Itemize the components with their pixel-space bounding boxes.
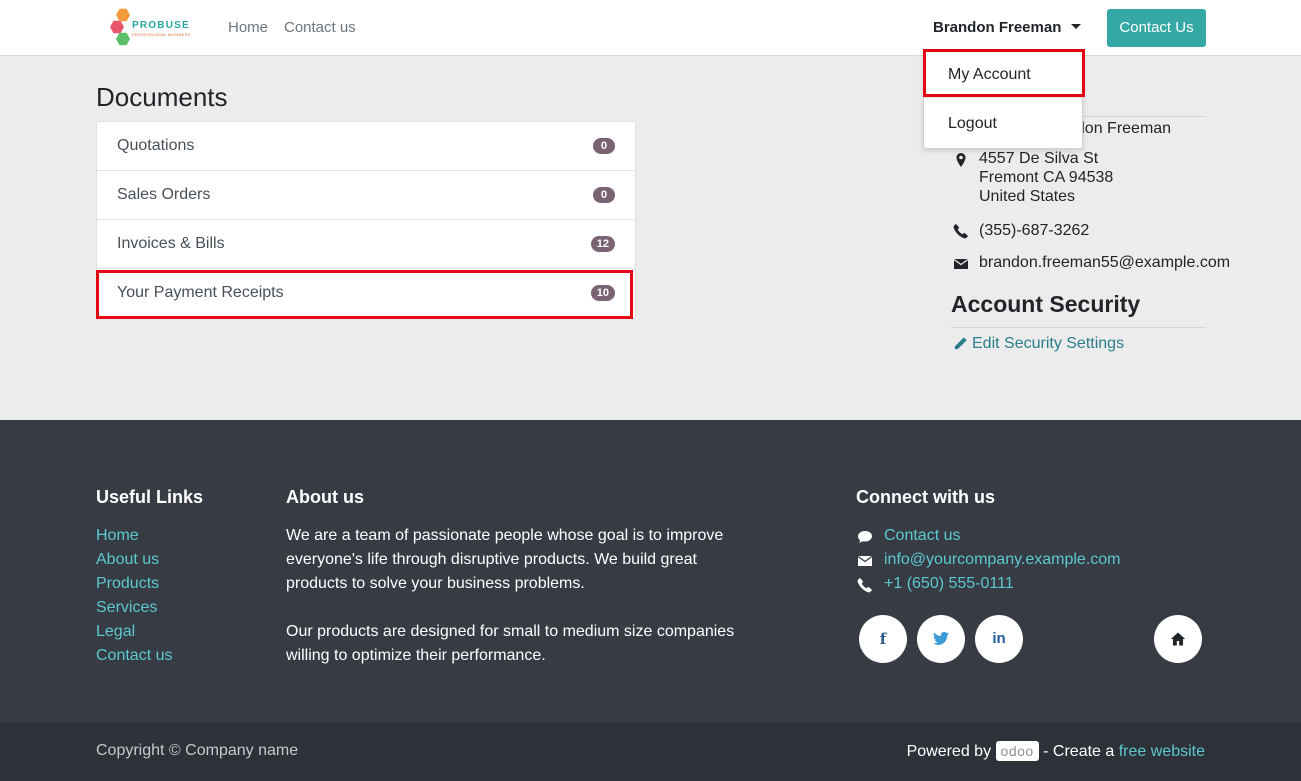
about-us-paragraph: We are a team of passionate people whose… bbox=[286, 527, 724, 592]
count-badge: 12 bbox=[590, 236, 615, 252]
footer-email-link[interactable]: info@yourcompany.example.com bbox=[884, 551, 1121, 569]
footer-link-services[interactable]: Services bbox=[96, 599, 157, 617]
doc-item-label: Quotations bbox=[117, 137, 195, 154]
map-marker-icon bbox=[956, 153, 966, 167]
top-navbar: PROBUSE PROFESSIONAL BUSINESS Home Conta… bbox=[0, 0, 1301, 56]
twitter-icon bbox=[933, 631, 949, 645]
security-divider bbox=[951, 327, 1206, 328]
envelope-icon bbox=[857, 555, 873, 566]
account-security-title: Account Security bbox=[951, 291, 1141, 317]
footer-link-home[interactable]: Home bbox=[96, 527, 139, 545]
footer-link-contact-us[interactable]: Contact us bbox=[96, 647, 172, 665]
edit-security-settings-link[interactable]: Edit Security Settings bbox=[972, 335, 1124, 353]
email-address: brandon.freeman55@example.com bbox=[979, 254, 1231, 271]
phone-number: (355)-687-3262 bbox=[979, 222, 1090, 239]
linkedin-button[interactable]: in bbox=[975, 615, 1023, 663]
useful-links-title: Useful Links bbox=[96, 487, 204, 507]
footer-phone-link[interactable]: +1 (650) 555-0111 bbox=[884, 575, 1014, 593]
twitter-button[interactable] bbox=[917, 615, 965, 663]
home-button[interactable] bbox=[1154, 615, 1202, 663]
caret-down-icon bbox=[1071, 24, 1082, 29]
facebook-button[interactable]: f bbox=[859, 615, 907, 663]
footer-contact-us-link[interactable]: Contact us bbox=[884, 527, 960, 545]
contact-us-button[interactable]: Contact Us bbox=[1107, 9, 1206, 47]
logo-hex-green bbox=[116, 32, 130, 46]
linkedin-icon: in bbox=[992, 630, 1006, 647]
facebook-icon: f bbox=[879, 630, 887, 648]
about-us-title: About us bbox=[286, 487, 364, 507]
footer-link-about-us[interactable]: About us bbox=[96, 551, 159, 569]
address-line: United States bbox=[979, 188, 1076, 205]
copyright-text: Copyright © Company name bbox=[96, 742, 299, 759]
pencil-icon bbox=[954, 337, 967, 350]
logo-hex-red bbox=[110, 20, 124, 34]
logo-subtext: PROFESSIONAL BUSINESS bbox=[132, 32, 191, 37]
odoo-logo[interactable]: odoo bbox=[995, 741, 1039, 761]
highlight-my-account bbox=[923, 49, 1085, 97]
powered-by: Powered by odoo - Create a free website bbox=[907, 741, 1205, 761]
company-logo[interactable]: PROBUSE PROFESSIONAL BUSINESS bbox=[106, 6, 190, 50]
doc-item-label: Sales Orders bbox=[117, 186, 211, 203]
nav-contact-us[interactable]: Contact us bbox=[284, 19, 356, 36]
dropdown-divider bbox=[924, 97, 1082, 98]
home-icon bbox=[1170, 632, 1186, 646]
logo-text: PROBUSE bbox=[132, 20, 190, 31]
free-website-link[interactable]: free website bbox=[1119, 743, 1205, 760]
envelope-icon bbox=[953, 258, 969, 269]
highlight-payment-receipts bbox=[96, 270, 633, 319]
nav-home[interactable]: Home bbox=[228, 19, 268, 36]
count-badge: 0 bbox=[593, 138, 615, 154]
address-line: Fremont CA 94538 bbox=[979, 169, 1114, 186]
comment-icon bbox=[858, 531, 872, 543]
user-menu-toggle[interactable]: Brandon Freeman bbox=[933, 19, 1082, 36]
dropdown-item-logout[interactable]: Logout bbox=[948, 115, 997, 133]
about-us-paragraph: Our products are designed for small to m… bbox=[286, 623, 735, 664]
create-text: - Create a bbox=[1043, 743, 1115, 760]
connect-title: Connect with us bbox=[856, 487, 995, 507]
powered-by-text: Powered by bbox=[906, 743, 992, 760]
user-name: Brandon Freeman bbox=[933, 19, 1062, 36]
phone-icon bbox=[857, 578, 872, 593]
phone-icon bbox=[953, 224, 968, 239]
doc-item-label: Invoices & Bills bbox=[117, 235, 225, 252]
doc-item-quotations[interactable]: Quotations 0 bbox=[97, 122, 635, 171]
footer-link-products[interactable]: Products bbox=[96, 575, 159, 593]
doc-item-invoices-bills[interactable]: Invoices & Bills 12 bbox=[97, 220, 635, 269]
address-line: 4557 De Silva St bbox=[979, 150, 1099, 167]
doc-item-sales-orders[interactable]: Sales Orders 0 bbox=[97, 171, 635, 220]
documents-title: Documents bbox=[96, 82, 228, 112]
logo-hex-orange bbox=[116, 8, 130, 22]
count-badge: 0 bbox=[593, 187, 615, 203]
footer-link-legal[interactable]: Legal bbox=[96, 623, 135, 641]
